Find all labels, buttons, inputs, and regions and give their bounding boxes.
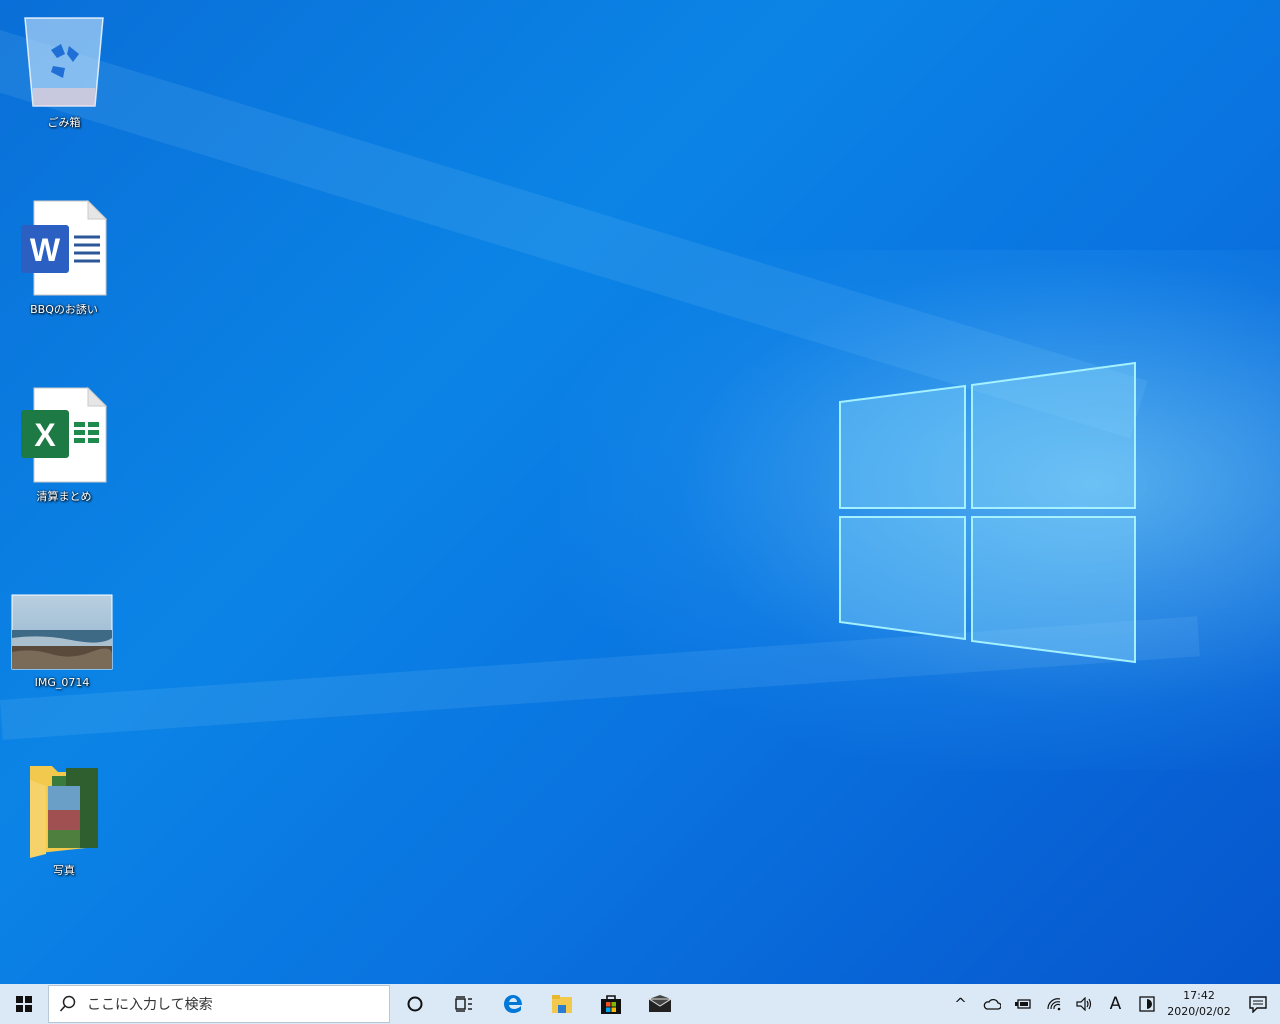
desktop-icon-label: ごみ箱 — [47, 116, 81, 129]
volume-button[interactable] — [1069, 984, 1100, 1024]
desktop-icon-excel-spreadsheet[interactable]: X 清算まとめ — [12, 384, 116, 504]
mail-button[interactable] — [635, 984, 684, 1024]
windows-start-icon — [16, 996, 32, 1012]
cortana-icon — [407, 996, 422, 1012]
show-hidden-icons-button[interactable]: ^ — [945, 984, 976, 1024]
photo-thumbnail-icon — [11, 594, 113, 670]
chevron-up-icon: ^ — [954, 995, 967, 1013]
desktop-icon-photos-folder[interactable]: 写真 — [12, 758, 116, 878]
start-button[interactable] — [0, 984, 48, 1024]
desktop-icon-word-document[interactable]: W BBQのお誘い — [12, 197, 116, 317]
taskbar-search-box[interactable]: ここに入力して検索 — [48, 985, 390, 1023]
excel-spreadsheet-icon: X — [21, 386, 108, 483]
recycle-bin-icon — [24, 17, 104, 107]
store-button[interactable] — [586, 984, 635, 1024]
cortana-button[interactable] — [390, 984, 439, 1024]
ime-mode-indicator: A — [1109, 994, 1122, 1014]
svg-text:X: X — [34, 417, 56, 453]
store-icon — [600, 995, 621, 1014]
task-view-button[interactable] — [439, 984, 488, 1024]
network-button[interactable] — [1038, 984, 1069, 1024]
file-explorer-button[interactable] — [537, 984, 586, 1024]
action-center-button[interactable] — [1236, 984, 1280, 1024]
battery-button[interactable] — [1007, 984, 1038, 1024]
edge-icon — [503, 995, 522, 1013]
wifi-icon — [1046, 998, 1060, 1011]
photos-folder-icon — [30, 766, 98, 858]
onedrive-icon — [983, 998, 1001, 1010]
search-placeholder: ここに入力して検索 — [87, 997, 213, 1013]
night-light-icon — [1138, 996, 1155, 1012]
taskbar: ここに入力して検索 ^ A 17:42 2020/02/02 — [0, 984, 1280, 1024]
svg-text:W: W — [30, 232, 61, 268]
desktop-icon-photo[interactable]: IMG_0714 — [10, 572, 114, 689]
battery-icon — [1014, 999, 1031, 1009]
desktop-icon-label: BBQのお誘い — [30, 303, 98, 316]
edge-button[interactable] — [488, 984, 537, 1024]
desktop-icon-label: 写真 — [53, 864, 75, 877]
mail-icon — [647, 995, 672, 1012]
system-tray: ^ A 17:42 2020/02/02 — [945, 984, 1280, 1024]
desktop-icon-label: IMG_0714 — [34, 676, 90, 689]
taskbar-clock[interactable]: 17:42 2020/02/02 — [1162, 988, 1236, 1020]
speaker-icon — [1075, 997, 1091, 1011]
word-document-icon: W — [21, 199, 108, 296]
ime-mode-button[interactable]: A — [1100, 984, 1131, 1024]
clock-date: 2020/02/02 — [1167, 1005, 1231, 1018]
task-view-icon — [454, 996, 472, 1012]
desktop: ごみ箱 W BBQのお誘い X 清算まとめ IMG_0714 写真 — [0, 0, 1280, 984]
onedrive-button[interactable] — [976, 984, 1007, 1024]
desktop-icon-recycle-bin[interactable]: ごみ箱 — [12, 10, 116, 130]
clock-time: 17:42 — [1183, 989, 1215, 1002]
notification-icon — [1249, 996, 1267, 1013]
file-explorer-icon — [551, 995, 572, 1013]
windows-logo-wallpaper — [839, 361, 1136, 664]
search-icon — [49, 995, 87, 1013]
night-light-button[interactable] — [1131, 984, 1162, 1024]
desktop-icon-label: 清算まとめ — [36, 490, 92, 503]
